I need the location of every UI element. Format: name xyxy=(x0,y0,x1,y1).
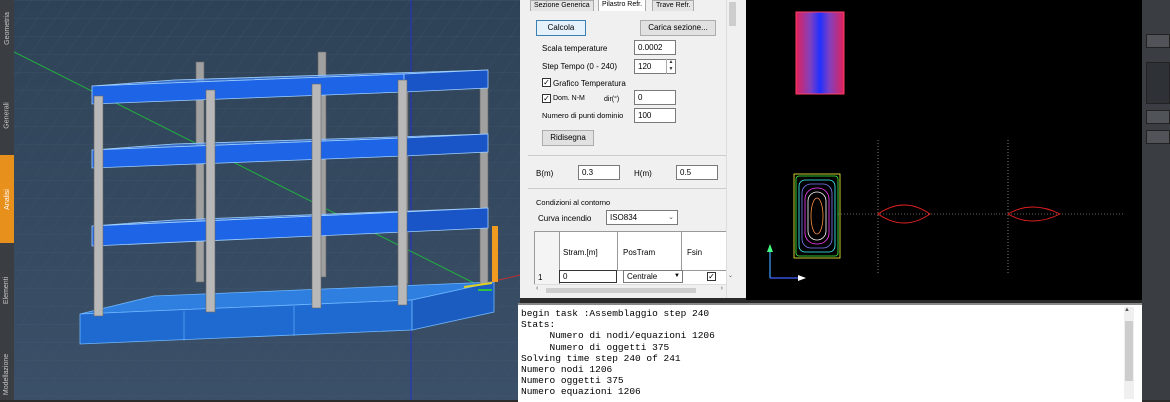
console-output[interactable]: begin task :Assemblaggio step 240 Stats: … xyxy=(518,303,1142,402)
selected-column[interactable] xyxy=(492,226,498,282)
tool-button[interactable] xyxy=(1146,34,1170,48)
dir-input[interactable]: 0 xyxy=(634,90,676,105)
stram-cell[interactable]: 0 xyxy=(559,270,617,283)
table-header-stram: Stram.[m] xyxy=(563,248,598,257)
structure-3d-view xyxy=(14,0,520,400)
scroll-up-icon[interactable]: ▲ xyxy=(1124,307,1130,313)
console-line: Numero oggetti 375 xyxy=(521,375,624,387)
chevron-down-icon: ⌄ xyxy=(668,214,674,221)
dropdown-arrow-icon: ▼ xyxy=(674,273,680,279)
tab-analisi[interactable]: Analisi xyxy=(0,155,14,243)
tab-generali-label: Generali xyxy=(3,101,11,129)
divider xyxy=(681,232,682,270)
tramezzi-table[interactable]: Stram.[m] PosTram Fsin 1 0 Centrale ▼ ✓ xyxy=(534,231,736,285)
divider xyxy=(617,232,618,270)
table-row-index: 1 xyxy=(538,273,543,282)
table-header-postram: PosTram xyxy=(623,248,656,257)
scala-temperature-input[interactable]: 0.0002 xyxy=(634,40,676,55)
calcola-button[interactable]: Calcola xyxy=(536,20,586,36)
dom-nm-checkbox[interactable]: ✓ xyxy=(542,94,551,103)
divider xyxy=(528,155,728,156)
table-row[interactable]: 1 0 Centrale ▼ ✓ xyxy=(535,270,735,284)
spin-up-icon[interactable]: ▲ xyxy=(667,59,675,66)
scroll-left-icon[interactable]: ‹ xyxy=(536,285,538,292)
b-label: B(m) xyxy=(536,169,554,178)
punti-dominio-input[interactable]: 100 xyxy=(634,108,676,123)
postram-value: Centrale xyxy=(627,272,658,281)
table-header-fsin: Fsin xyxy=(687,248,703,257)
console-line: Numero di nodi/equazioni 1206 xyxy=(521,330,715,342)
panel-vertical-scrollbar[interactable]: ⌄ xyxy=(726,0,739,298)
tab-pilastro-refr[interactable]: Pilastro Refr. xyxy=(598,0,647,11)
h-label: H(m) xyxy=(634,169,652,178)
curva-incendio-value: ISO834 xyxy=(610,213,638,222)
dir-label: dir(°) xyxy=(604,96,620,103)
console-scrollbar[interactable]: ▲ xyxy=(1124,307,1134,399)
divider xyxy=(528,188,728,189)
section-graphics-view[interactable] xyxy=(746,0,1142,300)
tab-elementi[interactable]: Elementi xyxy=(0,268,14,313)
console-line: begin task :Assemblaggio step 240 xyxy=(521,308,710,319)
section-properties-panel: Sezione Generica Pilastro Refr. Trave Re… xyxy=(520,0,747,298)
table-header-row: Stram.[m] PosTram Fsin xyxy=(559,232,735,271)
fsin-checkbox[interactable]: ✓ xyxy=(707,272,716,281)
left-tab-strip: Geometria Generali Analisi Elementi Mode… xyxy=(0,0,15,400)
tab-elementi-label: Elementi xyxy=(3,276,11,305)
tab-analisi-label: Analisi xyxy=(3,188,11,210)
domain-plot-1 xyxy=(838,140,996,275)
domain-plot-2 xyxy=(996,140,1124,275)
scrollbar-thumb[interactable] xyxy=(729,2,736,26)
table-horizontal-scrollbar[interactable]: ‹ › xyxy=(534,284,726,296)
console-log: begin task :Assemblaggio step 240 Stats: … xyxy=(518,305,1142,398)
tab-sezione-generica[interactable]: Sezione Generica xyxy=(530,0,594,11)
console-line: Stats: xyxy=(521,319,556,331)
dom-nm-label: Dom. N-M xyxy=(553,95,585,102)
console-line: Solving time step 240 of 241 xyxy=(521,352,681,364)
b-input[interactable]: 0.3 xyxy=(578,165,620,180)
scrollbar-thumb[interactable] xyxy=(546,288,696,293)
isotherm-section xyxy=(793,173,841,259)
scala-temperature-label: Scala temperature xyxy=(542,44,608,53)
grafico-temperatura-label: Grafico Temperatura xyxy=(553,79,626,88)
tool-panel xyxy=(1146,62,1170,104)
step-tempo-spinner[interactable]: ▲ ▼ xyxy=(666,59,675,74)
section-plots xyxy=(767,11,1124,281)
step-tempo-label: Step Tempo (0 - 240) xyxy=(542,62,618,71)
tab-modellazione-label: Modellazione xyxy=(3,353,11,395)
tool-button[interactable] xyxy=(1146,110,1170,124)
console-line: Numero di oggetti 375 xyxy=(521,341,670,353)
ridisegna-button[interactable]: Ridisegna xyxy=(542,130,594,146)
console-line: Numero nodi 1206 xyxy=(521,364,613,376)
temperature-section-map xyxy=(796,12,844,94)
scroll-right-icon[interactable]: › xyxy=(721,285,723,292)
scroll-down-icon[interactable]: ⌄ xyxy=(728,272,733,279)
grafico-temperatura-checkbox[interactable]: ✓ xyxy=(542,78,551,87)
carica-sezione-button[interactable]: Carica sezione... xyxy=(640,20,716,36)
right-tool-strip xyxy=(1142,0,1170,400)
punti-dominio-label: Numero di punti dominio xyxy=(542,111,624,120)
tab-geometria-label: Geometria xyxy=(3,11,11,45)
console-line: Numero equazioni 1206 xyxy=(521,386,641,398)
condizioni-label: Condizioni al contorno xyxy=(536,198,611,207)
spin-down-icon[interactable]: ▼ xyxy=(667,66,675,73)
curva-incendio-select[interactable]: ISO834 ⌄ xyxy=(606,210,678,225)
curva-incendio-label: Curva incendio xyxy=(538,214,592,223)
tool-button[interactable] xyxy=(1146,130,1170,144)
tab-trave-refr[interactable]: Trave Refr. xyxy=(652,0,695,11)
tab-modellazione[interactable]: Modellazione xyxy=(0,348,14,400)
postram-select[interactable]: Centrale ▼ xyxy=(623,270,683,283)
3d-viewport[interactable] xyxy=(14,0,520,400)
tab-geometria[interactable]: Geometria xyxy=(0,8,14,48)
tab-generali[interactable]: Generali xyxy=(0,95,14,135)
scrollbar-thumb[interactable] xyxy=(1125,321,1133,381)
h-input[interactable]: 0.5 xyxy=(676,165,718,180)
